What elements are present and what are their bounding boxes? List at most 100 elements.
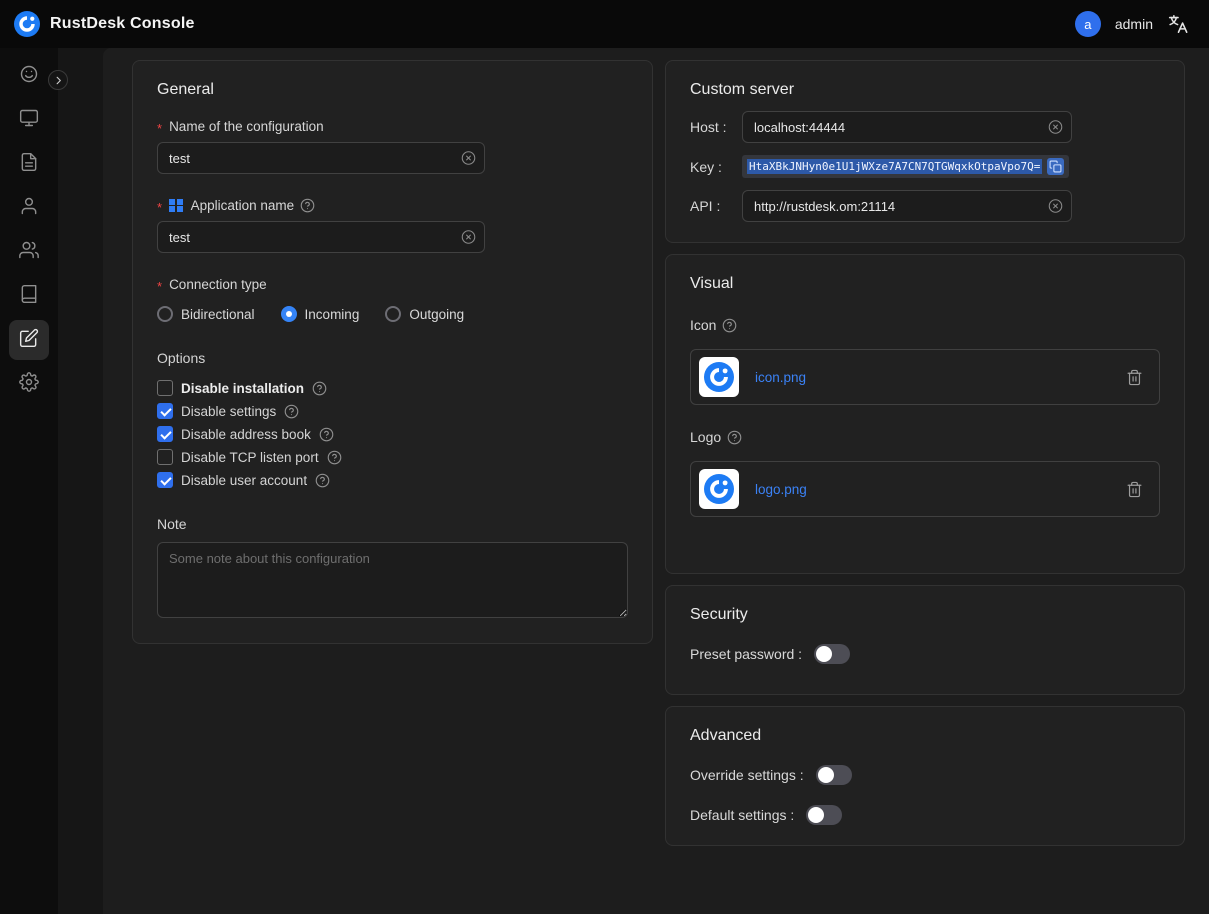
- copy-icon[interactable]: [1047, 158, 1064, 175]
- radio-circle-icon: [281, 306, 297, 322]
- radio-label: Incoming: [305, 307, 360, 322]
- radio-incoming[interactable]: Incoming: [281, 306, 360, 322]
- sidebar-collapse-button[interactable]: [48, 70, 68, 90]
- checkbox-icon: [157, 426, 173, 442]
- logo-label-row: Logo: [690, 429, 1160, 445]
- advanced-card: Advanced Override settings : Default set…: [665, 706, 1185, 846]
- help-icon[interactable]: [284, 404, 299, 419]
- brand: RustDesk Console: [14, 11, 195, 37]
- sidebar: [0, 48, 58, 914]
- default-settings-row: Default settings :: [690, 805, 1160, 825]
- help-icon[interactable]: [327, 450, 342, 465]
- clear-icon[interactable]: [461, 230, 476, 245]
- sidebar-item-dashboard[interactable]: [9, 56, 49, 96]
- visual-title: Visual: [690, 275, 1160, 293]
- connection-type-label: * Connection type: [157, 277, 628, 292]
- windows-icon: [169, 199, 183, 213]
- checkbox-disable-tcp-listen-port[interactable]: Disable TCP listen port: [157, 449, 628, 465]
- help-icon[interactable]: [722, 318, 737, 333]
- preset-password-toggle[interactable]: [814, 644, 850, 664]
- sidebar-item-custom-client[interactable]: [9, 320, 49, 360]
- checkbox-disable-installation[interactable]: Disable installation: [157, 380, 628, 396]
- preset-password-label: Preset password :: [690, 646, 802, 662]
- checkbox-icon: [157, 449, 173, 465]
- config-name-input[interactable]: [157, 142, 485, 174]
- settings-gear-icon: [19, 372, 39, 397]
- main-area: General * Name of the configuration *: [58, 48, 1209, 914]
- icon-file-link[interactable]: icon.png: [755, 370, 1126, 385]
- checkbox-icon: [157, 380, 173, 396]
- application-name-input[interactable]: [157, 221, 485, 253]
- topbar-right: a admin: [1075, 11, 1189, 37]
- api-input[interactable]: [742, 190, 1072, 222]
- checkbox-disable-address-book[interactable]: Disable address book: [157, 426, 628, 442]
- override-settings-toggle[interactable]: [816, 765, 852, 785]
- trash-icon[interactable]: [1126, 369, 1143, 386]
- sidebar-item-address-books[interactable]: [9, 276, 49, 316]
- override-settings-row: Override settings :: [690, 765, 1160, 785]
- sidebar-item-users[interactable]: [9, 188, 49, 228]
- note-label: Note: [157, 516, 628, 532]
- checkbox-icon: [157, 472, 173, 488]
- sidebar-item-logs[interactable]: [9, 144, 49, 184]
- translate-icon[interactable]: [1167, 13, 1189, 35]
- left-column: General * Name of the configuration *: [132, 60, 653, 644]
- checkbox-label: Disable TCP listen port: [181, 450, 319, 465]
- options-label: Options: [157, 350, 628, 366]
- key-value-box: HtaXBkJNHyn0e1U1jWXze7A7CN7QTGWqxkOtpaVp…: [742, 155, 1069, 178]
- radio-outgoing[interactable]: Outgoing: [385, 306, 464, 322]
- sidebar-item-settings[interactable]: [9, 364, 49, 404]
- default-settings-toggle[interactable]: [806, 805, 842, 825]
- override-settings-label: Override settings :: [690, 767, 804, 783]
- required-marker: *: [157, 279, 162, 294]
- custom-client-edit-icon: [19, 328, 39, 353]
- groups-icon: [19, 240, 39, 265]
- checkbox-label: Disable user account: [181, 473, 307, 488]
- clear-icon[interactable]: [461, 151, 476, 166]
- visual-card: Visual Icon icon.png: [665, 254, 1185, 574]
- devices-icon: [19, 108, 39, 133]
- trash-icon[interactable]: [1126, 481, 1143, 498]
- avatar[interactable]: a: [1075, 11, 1101, 37]
- help-icon[interactable]: [300, 198, 315, 213]
- icon-thumbnail: [699, 357, 739, 397]
- sidebar-item-devices[interactable]: [9, 100, 49, 140]
- help-icon[interactable]: [727, 430, 742, 445]
- layout: General * Name of the configuration *: [0, 48, 1209, 914]
- required-marker: *: [157, 200, 162, 215]
- clear-icon[interactable]: [1048, 199, 1063, 214]
- radio-label: Bidirectional: [181, 307, 255, 322]
- radio-bidirectional[interactable]: Bidirectional: [157, 306, 255, 322]
- right-column: Custom server Host : Key :: [665, 60, 1185, 846]
- chevron-right-icon: [53, 75, 64, 86]
- preset-password-row: Preset password :: [690, 644, 1160, 664]
- name-input-wrap: [157, 142, 485, 174]
- checkbox-label: Disable address book: [181, 427, 311, 442]
- app-name-label-text: Application name: [191, 198, 295, 213]
- logo-file-link[interactable]: logo.png: [755, 482, 1126, 497]
- app-title: RustDesk Console: [50, 15, 195, 33]
- logs-icon: [19, 152, 39, 177]
- host-input[interactable]: [742, 111, 1072, 143]
- checkbox-icon: [157, 403, 173, 419]
- custom-server-card: Custom server Host : Key :: [665, 60, 1185, 243]
- advanced-title: Advanced: [690, 727, 1160, 745]
- help-icon[interactable]: [312, 381, 327, 396]
- username[interactable]: admin: [1115, 16, 1153, 32]
- checkbox-disable-settings[interactable]: Disable settings: [157, 403, 628, 419]
- logo-file-box: logo.png: [690, 461, 1160, 517]
- help-icon[interactable]: [315, 473, 330, 488]
- note-textarea[interactable]: [157, 542, 628, 618]
- radio-circle-icon: [157, 306, 173, 322]
- dashboard-icon: [19, 64, 39, 89]
- api-row: API :: [690, 190, 1160, 222]
- key-row: Key : HtaXBkJNHyn0e1U1jWXze7A7CN7QTGWqxk…: [690, 155, 1160, 178]
- checkbox-label: Disable installation: [181, 381, 304, 396]
- user-icon: [19, 196, 39, 221]
- help-icon[interactable]: [319, 427, 334, 442]
- connection-type-label-text: Connection type: [169, 277, 267, 292]
- general-title: General: [157, 81, 628, 99]
- clear-icon[interactable]: [1048, 120, 1063, 135]
- checkbox-disable-user-account[interactable]: Disable user account: [157, 472, 628, 488]
- sidebar-item-groups[interactable]: [9, 232, 49, 272]
